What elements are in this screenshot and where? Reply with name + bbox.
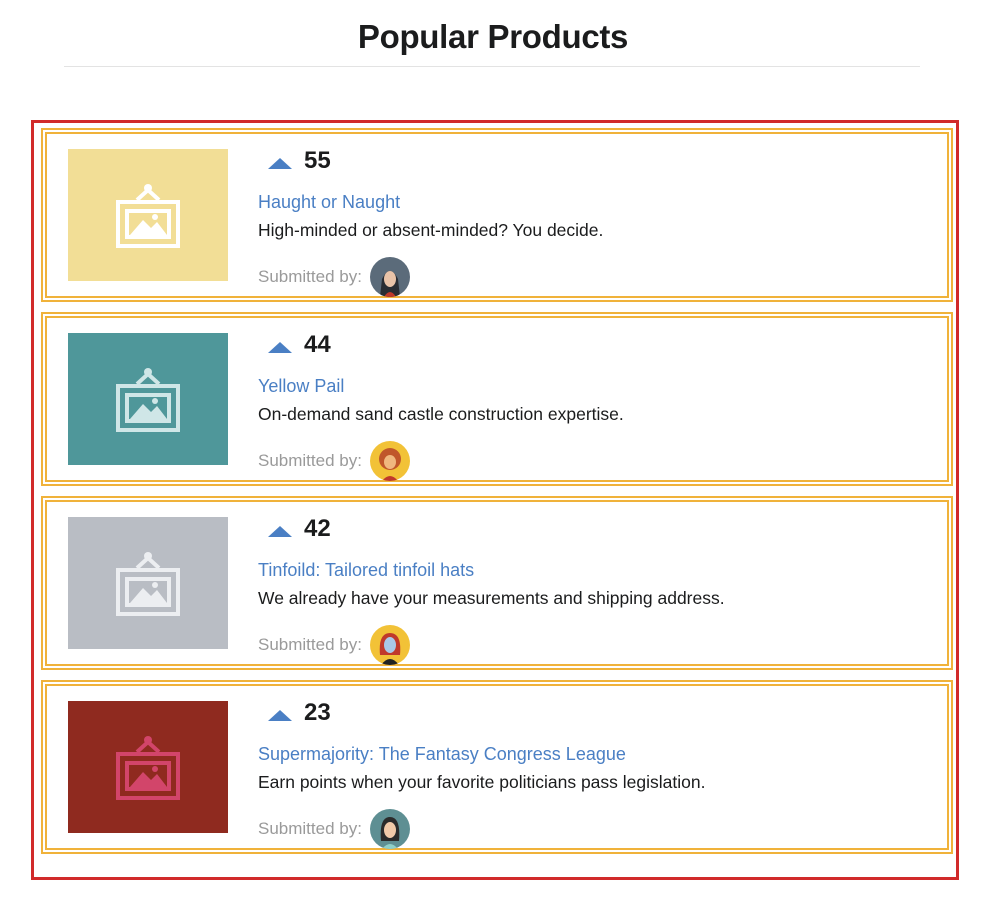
product-image[interactable] xyxy=(68,517,228,649)
vote-row: 55 xyxy=(268,144,331,178)
avatar[interactable] xyxy=(369,625,410,665)
avatar[interactable] xyxy=(369,257,410,297)
product-title-link[interactable]: Yellow Pail xyxy=(258,376,344,397)
submitted-by-label: Submitted by: xyxy=(258,267,362,286)
product-image[interactable] xyxy=(68,701,228,833)
product-description: We already have your measurements and sh… xyxy=(258,588,725,608)
submitted-by-label: Submitted by: xyxy=(258,819,362,838)
upvote-icon[interactable] xyxy=(268,341,292,353)
vote-row: 23 xyxy=(268,696,331,730)
product-item: 55 Haught or Naught High-minded or absen… xyxy=(41,128,953,302)
avatar[interactable] xyxy=(369,809,410,849)
product-item: 23 Supermajority: The Fantasy Congress L… xyxy=(41,680,953,854)
submitted-by: Submitted by: xyxy=(258,440,410,482)
vote-count: 55 xyxy=(304,147,331,174)
product-description: Earn points when your favorite politicia… xyxy=(258,772,706,792)
product-description: High-minded or absent-minded? You decide… xyxy=(258,220,604,240)
product-list: 55 Haught or Naught High-minded or absen… xyxy=(31,120,959,880)
product-image[interactable] xyxy=(68,333,228,465)
vote-count: 42 xyxy=(304,515,331,542)
vote-row: 44 xyxy=(268,328,331,362)
submitted-by: Submitted by: xyxy=(258,808,410,850)
submitted-by-label: Submitted by: xyxy=(258,451,362,470)
product-title-link[interactable]: Haught or Naught xyxy=(258,192,400,213)
title-divider xyxy=(64,66,920,67)
avatar[interactable] xyxy=(369,441,410,481)
product-title-link[interactable]: Supermajority: The Fantasy Congress Leag… xyxy=(258,744,626,765)
page-title: Popular Products xyxy=(357,18,629,55)
submitted-by-label: Submitted by: xyxy=(258,635,362,654)
image-placeholder-icon xyxy=(116,184,180,248)
image-placeholder-icon xyxy=(116,368,180,432)
product-item: 42 Tinfoild: Tailored tinfoil hats We al… xyxy=(41,496,953,670)
product-description: On-demand sand castle construction exper… xyxy=(258,404,624,424)
product-image[interactable] xyxy=(68,149,228,281)
vote-row: 42 xyxy=(268,512,331,546)
submitted-by: Submitted by: xyxy=(258,624,410,666)
product-title-link[interactable]: Tinfoild: Tailored tinfoil hats xyxy=(258,560,474,581)
image-placeholder-icon xyxy=(116,736,180,800)
upvote-icon[interactable] xyxy=(268,709,292,721)
vote-count: 44 xyxy=(304,331,331,358)
submitted-by: Submitted by: xyxy=(258,256,410,298)
vote-count: 23 xyxy=(304,699,331,726)
image-placeholder-icon xyxy=(116,552,180,616)
product-item: 44 Yellow Pail On-demand sand castle con… xyxy=(41,312,953,486)
upvote-icon[interactable] xyxy=(268,525,292,537)
upvote-icon[interactable] xyxy=(268,157,292,169)
